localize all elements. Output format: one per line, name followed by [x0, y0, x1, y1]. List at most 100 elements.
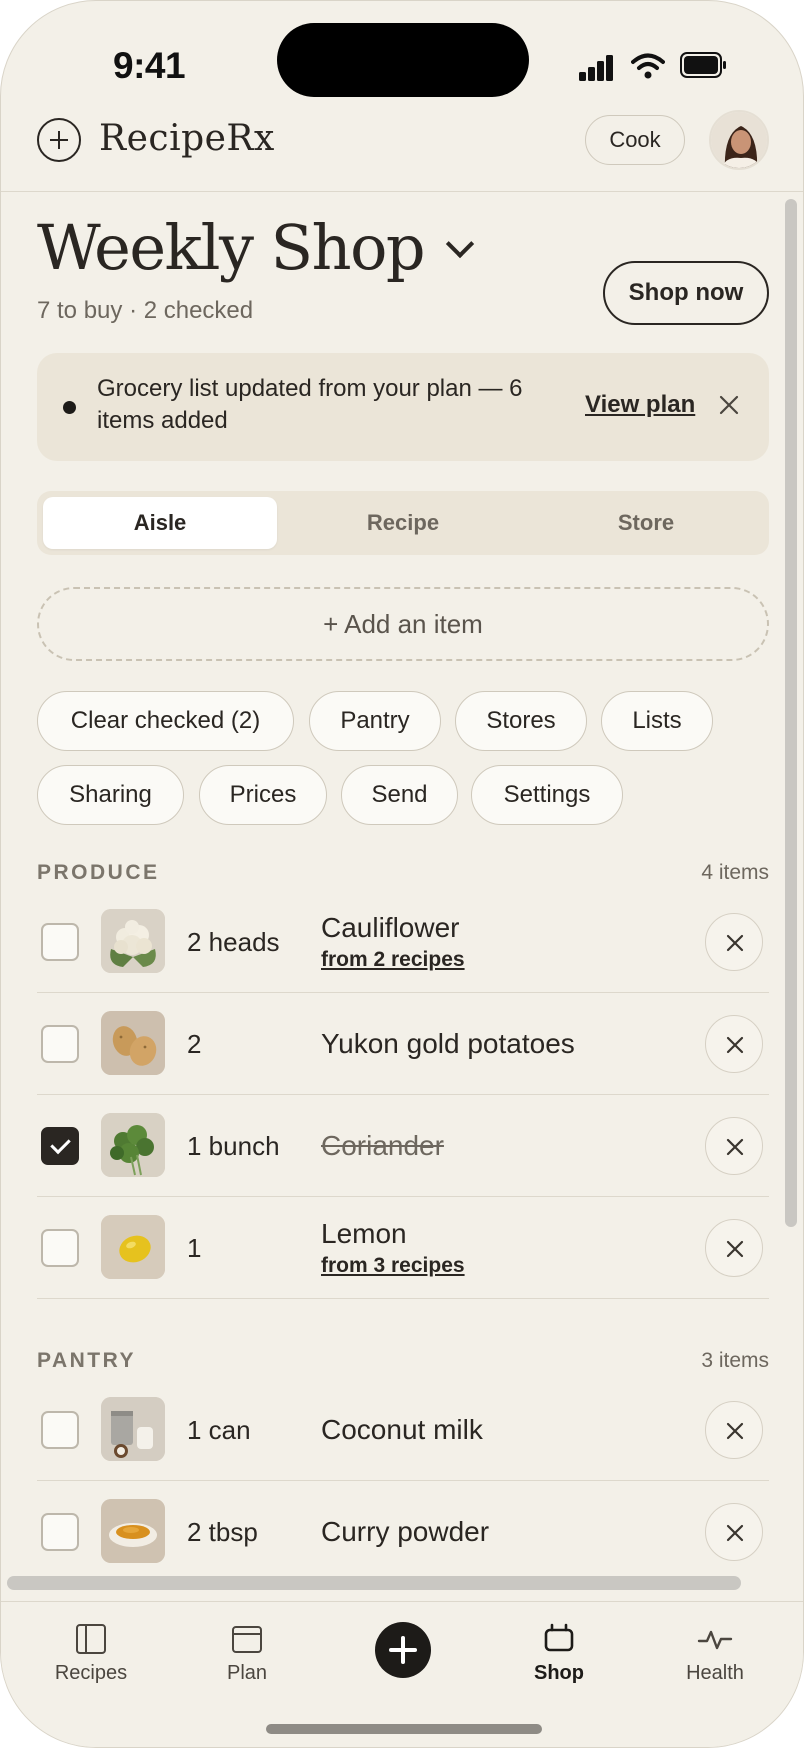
tab-recipe[interactable]: Recipe: [286, 497, 520, 549]
item-name-block: Curry powder: [321, 1481, 489, 1571]
remove-item-button[interactable]: [705, 1401, 763, 1459]
wifi-icon: [631, 53, 665, 79]
section-count-pantry: 3 items: [701, 1349, 769, 1372]
close-icon: [726, 1240, 744, 1258]
remove-item-button[interactable]: [705, 913, 763, 971]
nav-shop[interactable]: Shop: [499, 1622, 619, 1685]
item-checkbox[interactable]: [41, 1025, 79, 1063]
chevron-down-icon[interactable]: [445, 229, 475, 258]
plus-icon[interactable]: [375, 1622, 431, 1678]
remove-item-button[interactable]: [705, 1219, 763, 1277]
list-item: 1 can Coconut milk: [37, 1379, 769, 1481]
list-summary: 7 to buy · 2 checked: [37, 297, 254, 324]
coconut-milk-thumbnail: [101, 1397, 165, 1461]
potatoes-thumbnail: [101, 1011, 165, 1075]
shop-now-button[interactable]: Shop now: [603, 261, 769, 325]
shopping-list-scroll[interactable]: Weekly Shop 7 to buy · 2 checked Shop no…: [1, 193, 779, 1571]
cellular-signal-icon: [579, 53, 615, 81]
bullet-dot-icon: [63, 401, 76, 414]
nav-label: Plan: [226, 1662, 268, 1684]
nav-health[interactable]: Health: [655, 1622, 775, 1685]
item-checkbox[interactable]: [41, 1411, 79, 1449]
item-quantity: 2: [187, 1028, 202, 1059]
tab-store[interactable]: Store: [529, 497, 763, 549]
nav-label: Recipes: [54, 1662, 128, 1684]
app-brand: RecipeRx: [99, 118, 275, 159]
chip-clear-checked[interactable]: Clear checked (2): [37, 691, 294, 751]
nav-recipes[interactable]: Recipes: [31, 1622, 151, 1685]
coriander-thumbnail: [101, 1113, 165, 1177]
cook-button[interactable]: Cook: [585, 115, 685, 165]
remove-item-button[interactable]: [705, 1015, 763, 1073]
list-item: 2 Yukon gold potatoes: [37, 993, 769, 1095]
battery-icon: [680, 52, 726, 78]
horizontal-scrollbar[interactable]: [7, 1576, 741, 1590]
close-icon[interactable]: [717, 393, 741, 417]
nav-plan[interactable]: Plan: [187, 1622, 307, 1685]
lemon-thumbnail: [101, 1215, 165, 1279]
chip-stores[interactable]: Stores: [455, 691, 587, 751]
nav-label: Shop: [534, 1662, 584, 1684]
add-circle-icon[interactable]: [37, 118, 81, 162]
view-plan-link[interactable]: View plan: [585, 391, 695, 419]
item-recipes-link[interactable]: from 3 recipes: [321, 1254, 465, 1278]
chip-settings[interactable]: Settings: [471, 765, 623, 825]
tab-aisle[interactable]: Aisle: [43, 497, 277, 549]
bottom-nav: Recipes Plan Shop Health: [1, 1601, 803, 1747]
calendar-icon: [232, 1626, 262, 1653]
chip-sharing[interactable]: Sharing: [37, 765, 184, 825]
chip-prices[interactable]: Prices: [199, 765, 327, 825]
item-name-block: Coconut milk: [321, 1379, 483, 1481]
page-title-text: Weekly Shop: [37, 211, 426, 284]
item-name[interactable]: Curry powder: [321, 1516, 489, 1548]
item-quantity: 1 bunch: [187, 1130, 280, 1161]
list-item: 1 Lemon from 3 recipes: [37, 1197, 769, 1299]
vertical-scrollbar-thumb[interactable]: [785, 199, 797, 1227]
item-name[interactable]: Coriander: [321, 1130, 444, 1162]
item-name[interactable]: Lemon: [321, 1218, 465, 1250]
sidebar-icon: [76, 1624, 106, 1654]
item-name-block: Lemon from 3 recipes: [321, 1197, 465, 1299]
item-checkbox[interactable]: [41, 1229, 79, 1267]
dynamic-island: [277, 23, 529, 97]
basket-icon: [544, 1623, 574, 1652]
avatar[interactable]: [709, 110, 769, 170]
page-title[interactable]: Weekly Shop: [37, 211, 475, 284]
curry-powder-thumbnail: [101, 1499, 165, 1563]
list-item: 1 bunch Coriander: [37, 1095, 769, 1197]
item-name-block: Coriander: [321, 1095, 444, 1197]
chip-send[interactable]: Send: [341, 765, 458, 825]
section-title-pantry: PANTRY: [37, 1349, 136, 1372]
chip-pantry[interactable]: Pantry: [309, 691, 441, 751]
close-icon: [726, 1524, 744, 1542]
app-header: RecipeRx Cook: [1, 106, 803, 192]
item-name[interactable]: Coconut milk: [321, 1414, 483, 1446]
close-icon: [726, 1422, 744, 1440]
add-item-button[interactable]: + Add an item: [37, 587, 769, 661]
vertical-scrollbar[interactable]: [781, 197, 799, 1575]
remove-item-button[interactable]: [705, 1503, 763, 1561]
item-name[interactable]: Cauliflower: [321, 912, 465, 944]
home-indicator[interactable]: [266, 1724, 542, 1734]
status-time: 9:41: [113, 45, 186, 86]
chip-lists[interactable]: Lists: [601, 691, 713, 751]
section-title-produce: PRODUCE: [37, 861, 160, 884]
item-name[interactable]: Yukon gold potatoes: [321, 1028, 575, 1060]
status-bar: 9:41: [1, 1, 803, 106]
list-item: 2 heads Cauliflower from 2 recipes: [37, 891, 769, 993]
item-checkbox[interactable]: [41, 1513, 79, 1551]
item-checkbox-checked[interactable]: [41, 1127, 79, 1165]
cauliflower-thumbnail: [101, 909, 165, 973]
nav-label: Health: [686, 1662, 744, 1684]
list-item: 2 tbsp Curry powder: [37, 1481, 769, 1571]
phone-screen: 9:41 RecipeRx Cook Weekly Shop 7 to buy …: [0, 0, 804, 1748]
close-icon: [726, 934, 744, 952]
item-recipes-link[interactable]: from 2 recipes: [321, 948, 465, 972]
item-quantity: 2 heads: [187, 926, 280, 957]
item-quantity: 1 can: [187, 1414, 251, 1445]
item-checkbox[interactable]: [41, 923, 79, 961]
item-name-block: Yukon gold potatoes: [321, 993, 575, 1095]
section-count-produce: 4 items: [701, 861, 769, 884]
banner-message: Grocery list updated from your plan — 6 …: [97, 375, 523, 434]
remove-item-button[interactable]: [705, 1117, 763, 1175]
